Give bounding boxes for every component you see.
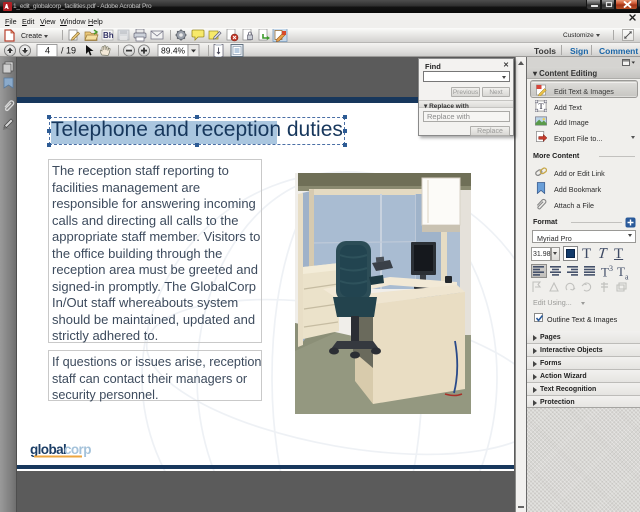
svg-text:corp: corp: [64, 442, 91, 457]
svg-text:T: T: [538, 101, 544, 111]
svg-text:Bh: Bh: [103, 31, 114, 40]
svg-text:global: global: [30, 442, 66, 457]
